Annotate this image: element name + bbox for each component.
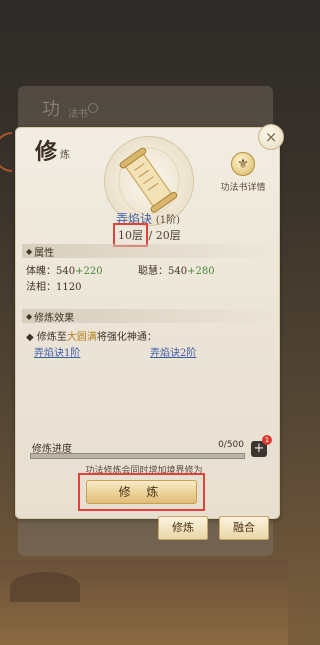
tab-fuse[interactable]: 融合 bbox=[219, 516, 269, 540]
diamond-icon: ◆ bbox=[26, 332, 34, 343]
skill-max-level: / 20层 bbox=[148, 229, 181, 242]
background-ring-icon bbox=[88, 103, 98, 113]
stat-physique: 体魄：540+220 bbox=[26, 262, 103, 277]
stat-label: 法相： bbox=[26, 282, 56, 293]
stat-bonus: +220 bbox=[75, 266, 103, 277]
background-book-subtitle: 法书 bbox=[68, 109, 88, 120]
scroll-icon bbox=[118, 147, 180, 215]
cultivate-button-highlight: 修 炼 bbox=[78, 473, 205, 511]
effects-header: ◆ 修炼效果 bbox=[22, 309, 272, 324]
effect-desc-highlight: 大圆满 bbox=[66, 332, 97, 343]
skill-name-line: 弄焰诀 (1阶) bbox=[116, 210, 180, 227]
stat-base: 540 bbox=[56, 266, 76, 277]
diamond-icon: ◆ bbox=[26, 311, 33, 321]
skill-level: 10层 / 20层 bbox=[113, 223, 181, 247]
panel-title: 修 bbox=[35, 139, 58, 165]
skill-tier: (1阶) bbox=[155, 215, 181, 226]
effect-description: ◆ 修炼至大圆满将强化神通： bbox=[26, 328, 157, 343]
effect-desc-suffix: 将强化神通： bbox=[96, 332, 157, 343]
cultivate-button[interactable]: 修 炼 bbox=[86, 480, 197, 504]
progress-value: 0/500 bbox=[218, 440, 244, 450]
skill-book-detail-button[interactable]: ⚜ 功法书详情 bbox=[216, 152, 270, 196]
skill-book-detail-label: 功法书详情 bbox=[220, 183, 266, 193]
stat-wisdom: 聪慧：540+280 bbox=[138, 262, 215, 277]
stat-bonus: +280 bbox=[187, 266, 215, 277]
skill-name: 弄焰诀 bbox=[116, 212, 153, 226]
tab-cultivate[interactable]: 修炼 bbox=[158, 516, 208, 540]
panel-subtitle: 炼 bbox=[60, 150, 70, 161]
stat-base: 1120 bbox=[56, 282, 82, 293]
skill-current-level: 10层 bbox=[113, 223, 148, 247]
stat-dharma: 法相：1120 bbox=[26, 278, 81, 293]
attributes-header: ◆ 属性 bbox=[22, 244, 272, 259]
effect-link-tier-2[interactable]: 弄焰诀2阶 bbox=[150, 344, 196, 359]
background-scenery bbox=[0, 560, 288, 645]
close-icon: × bbox=[264, 127, 278, 146]
background-roof bbox=[10, 572, 80, 602]
effect-desc-prefix: 修炼至 bbox=[36, 332, 67, 343]
attributes-header-label: 属性 bbox=[34, 247, 55, 259]
background-book-title: 功 bbox=[42, 99, 62, 120]
stat-label: 聪慧： bbox=[138, 266, 168, 277]
effects-header-label: 修炼效果 bbox=[34, 312, 75, 324]
effect-link-tier-1[interactable]: 弄焰诀1阶 bbox=[34, 344, 80, 359]
close-button[interactable]: × bbox=[258, 124, 284, 150]
trident-icon: ⚜ bbox=[231, 152, 255, 176]
stat-base: 540 bbox=[168, 266, 188, 277]
diamond-icon: ◆ bbox=[26, 246, 33, 256]
stat-label: 体魄： bbox=[26, 266, 56, 277]
progress-bar bbox=[30, 453, 245, 459]
notification-badge: 1 bbox=[262, 435, 272, 445]
background-left-arc bbox=[0, 132, 12, 172]
